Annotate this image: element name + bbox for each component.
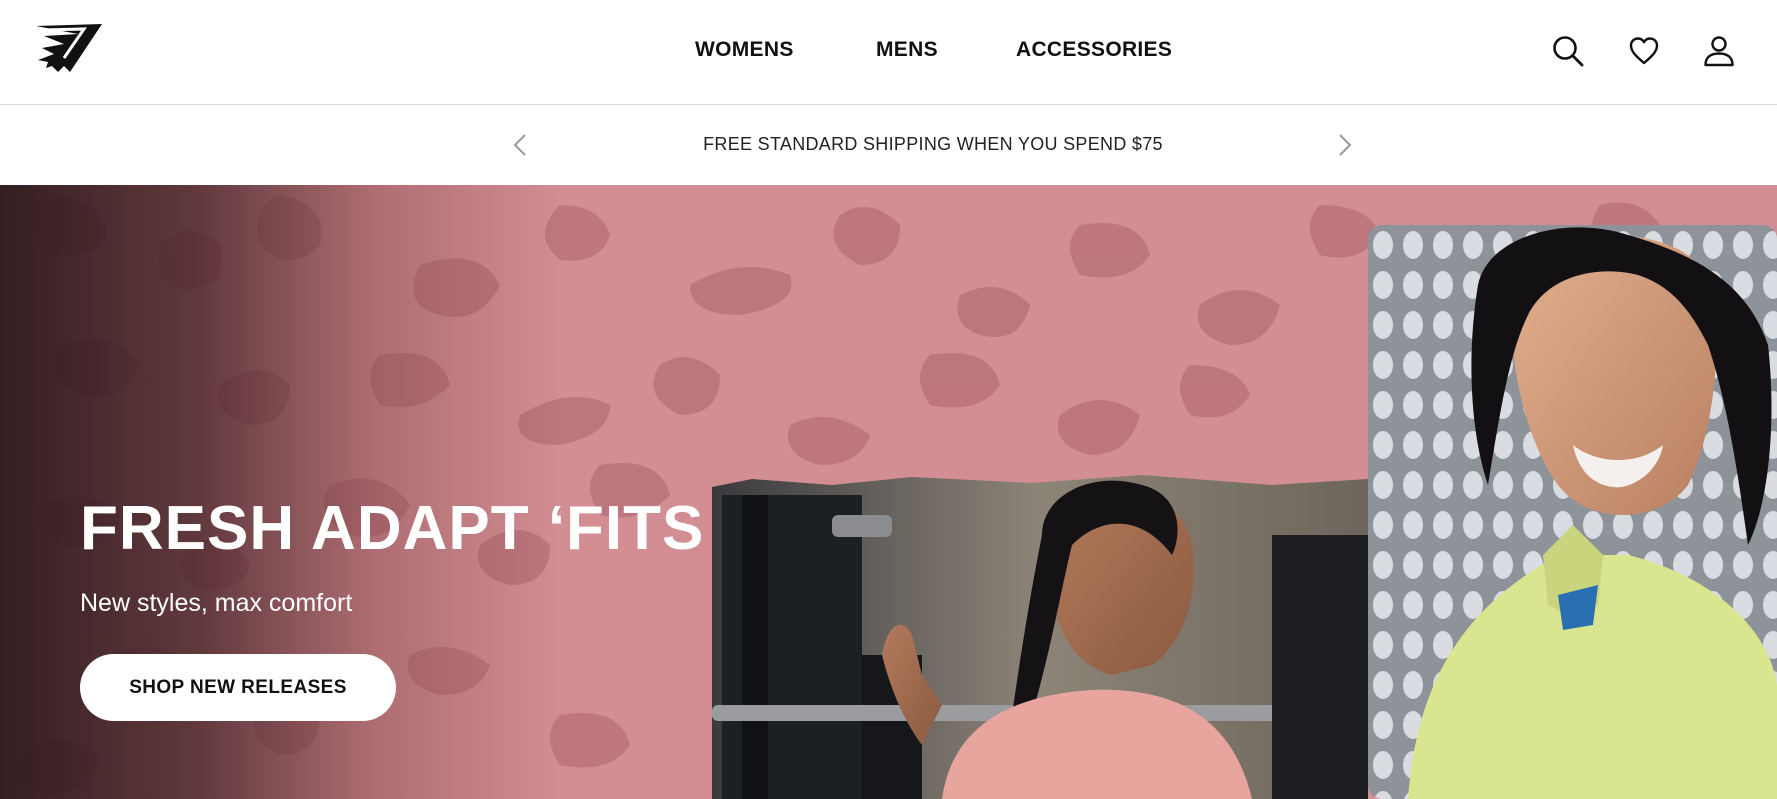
heart-icon[interactable]: [1627, 34, 1661, 68]
nav-mens[interactable]: MENS: [876, 38, 938, 62]
hero-title: FRESH ADAPT ‘FITS: [80, 494, 705, 563]
hero-banner[interactable]: FRESH ADAPT ‘FITS New styles, max comfor…: [0, 185, 1777, 799]
nav-womens[interactable]: WOMENS: [695, 38, 794, 62]
chevron-left-icon[interactable]: [511, 132, 529, 158]
hero-photo-squat: [712, 475, 1368, 799]
shop-new-releases-button[interactable]: SHOP NEW RELEASES: [80, 654, 396, 721]
gymshark-logo-icon[interactable]: [34, 22, 104, 76]
promo-banner: FREE STANDARD SHIPPING WHEN YOU SPEND $7…: [0, 105, 1777, 185]
user-icon[interactable]: [1702, 34, 1736, 68]
search-icon[interactable]: [1551, 34, 1585, 68]
nav-accessories[interactable]: ACCESSORIES: [1016, 38, 1172, 62]
chevron-right-icon[interactable]: [1336, 132, 1354, 158]
site-header: WOMENS MENS ACCESSORIES: [0, 0, 1777, 105]
promo-text: FREE STANDARD SHIPPING WHEN YOU SPEND $7…: [703, 134, 1163, 154]
hero-subtitle: New styles, max comfort: [80, 589, 353, 617]
main-nav: WOMENS MENS ACCESSORIES: [0, 0, 1777, 104]
hero-photo-portrait: [1368, 225, 1777, 799]
